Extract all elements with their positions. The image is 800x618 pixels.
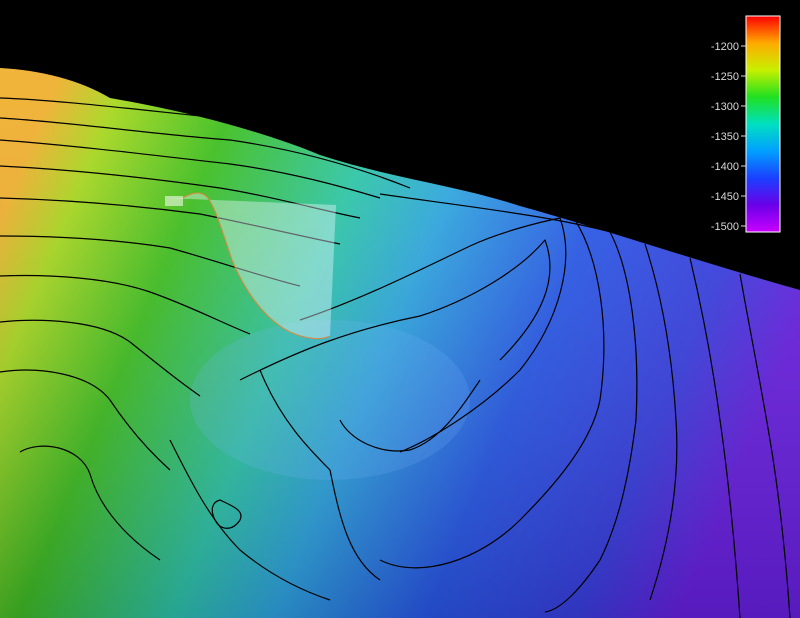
bathymetry-view: -1200 -1250 -1300 -1350 -1400 -1450 -1500 (0, 0, 800, 618)
colorbar-tick-label: -1250 (711, 71, 739, 83)
colorbar-tick-label: -1450 (711, 191, 739, 203)
colorbar-tick-label: -1350 (711, 131, 739, 143)
colorbar-tick-label: -1500 (711, 221, 739, 233)
terrain-map: -1200 -1250 -1300 -1350 -1400 -1450 -1500 (0, 15, 800, 618)
colorbar-tick-label: -1300 (711, 101, 739, 113)
highlight-top (165, 196, 183, 206)
basin-highlight (190, 320, 470, 480)
colorbar-tick-label: -1400 (711, 161, 739, 173)
depth-colorbar: -1200 -1250 -1300 -1350 -1400 -1450 -1500 (711, 15, 781, 233)
colorbar-tick-label: -1200 (711, 41, 739, 53)
colorbar-ticks: -1200 -1250 -1300 -1350 -1400 -1450 -1500 (711, 41, 746, 233)
colorbar-ramp (745, 15, 781, 233)
